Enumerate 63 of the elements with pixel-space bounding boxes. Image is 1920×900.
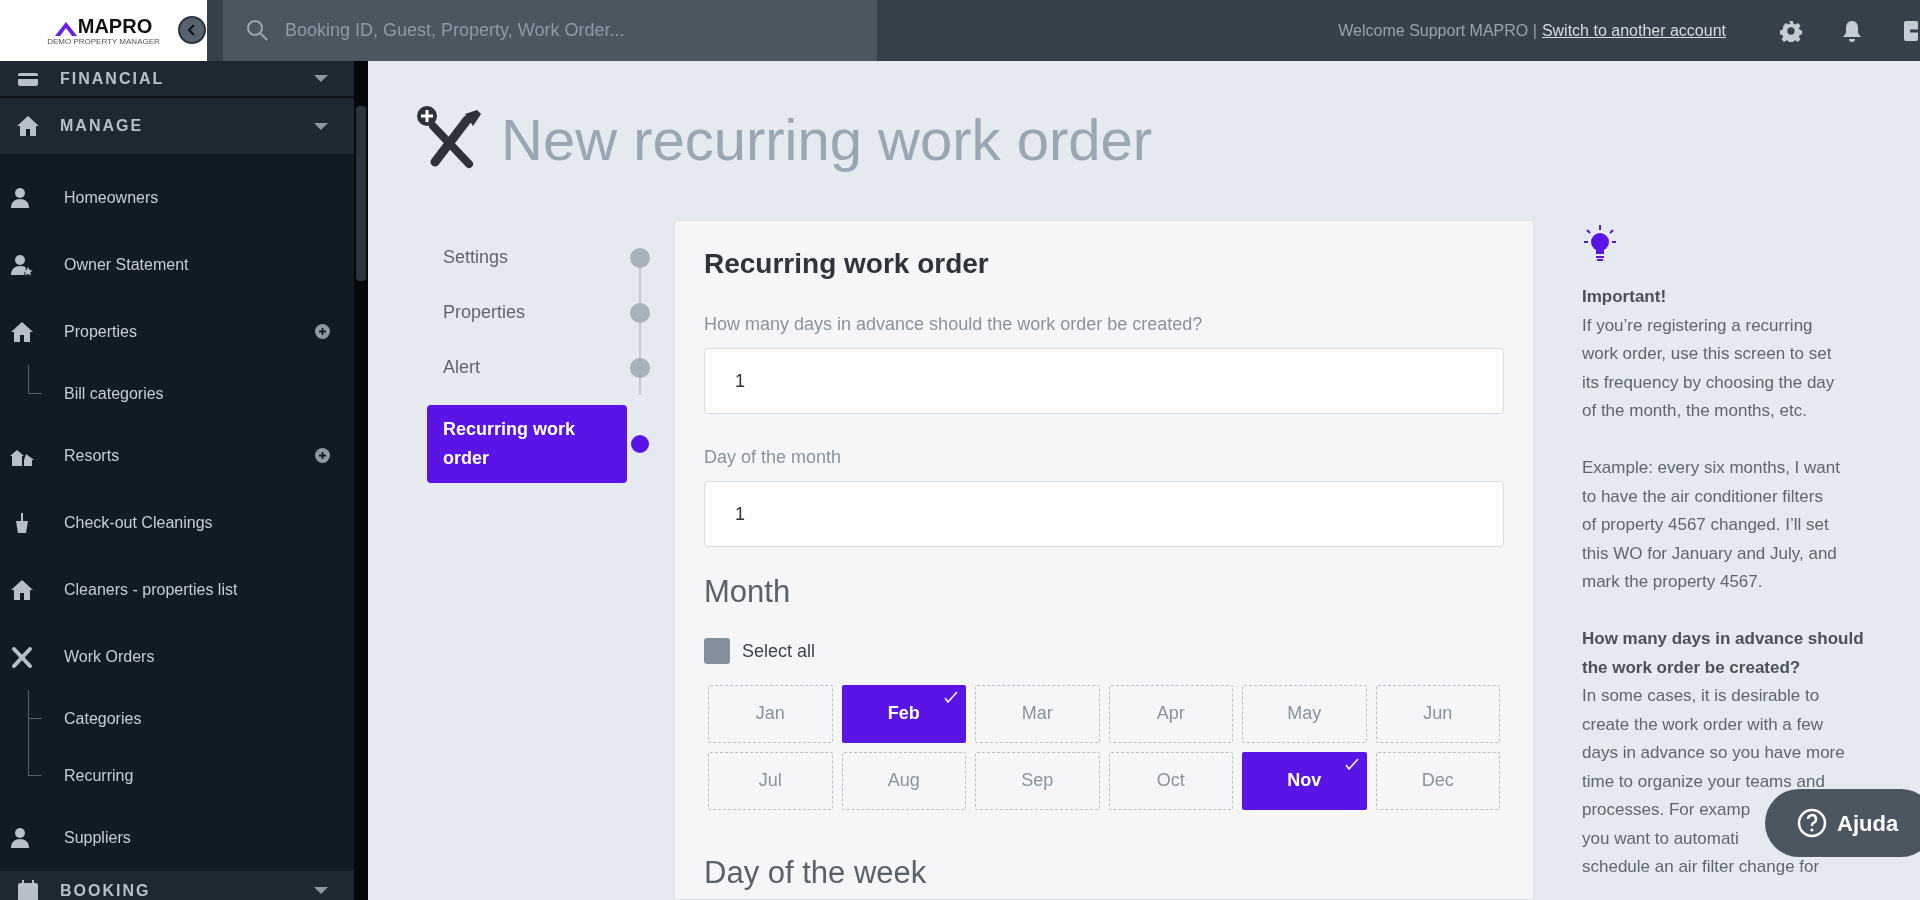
sidebar-subitem[interactable]: Categories [0, 690, 354, 747]
question-icon [1797, 808, 1827, 838]
help-text-line: schedule an air filter change for [1582, 856, 1820, 878]
tools-icon [10, 644, 34, 669]
house-icon [10, 319, 34, 344]
sidebar-section[interactable]: MANAGE [0, 97, 354, 154]
sidebar-item[interactable]: Owner Statement [0, 231, 354, 298]
help-text: If you’re registering a recurring work order, use this screen to set its frequency by choosing the day of the month, the months, etc. [1582, 314, 1836, 422]
input-field[interactable]: 1 [704, 348, 1504, 414]
logo-name: MAPRO [77, 15, 153, 36]
logout-icon[interactable] [1904, 19, 1920, 42]
add-icon[interactable] [315, 448, 330, 463]
search-icon [245, 18, 269, 42]
house-icon [16, 114, 40, 138]
caret-icon [314, 75, 328, 82]
scrollbar-thumb[interactable] [356, 106, 366, 281]
calendar-icon [16, 878, 40, 900]
welcome-text: Welcome Support MAPRO | [1338, 20, 1537, 41]
field-label: How many days in advance should the work order be created? [704, 313, 1204, 336]
help-button[interactable]: Ajuda [1765, 789, 1920, 857]
sidebar-section[interactable]: FINANCIAL [0, 61, 354, 97]
help-heading: Important! [1582, 286, 1668, 308]
sidebar-item[interactable]: Check-out Cleanings [0, 489, 354, 556]
step-tab[interactable]: Alert [443, 354, 480, 381]
step-tab[interactable]: Settings [443, 244, 509, 271]
sidebar-item[interactable]: Properties [0, 298, 354, 365]
sidebar-item[interactable]: Cleaners - properties list [0, 556, 354, 623]
month-toggle[interactable]: Feb [841, 684, 966, 743]
select-all-label: Select all [742, 639, 816, 663]
house-icon [10, 577, 34, 602]
help-text: Example: every six months, I want to have the air conditioner filters of property 4567 changed. I’ll set this WO for January and July, and mark the property 4567. [1582, 457, 1841, 593]
sidebar-item[interactable]: Homeowners [0, 164, 354, 231]
caret-icon [314, 887, 328, 894]
search-field[interactable]: Booking ID, Guest, Property, Work Order... [223, 0, 877, 61]
select-all-checkbox[interactable] [704, 638, 730, 664]
logo-subtitle: DEMO PROPERTY MANAGER [47, 37, 160, 46]
sidebar-item[interactable]: Work Orders [0, 623, 354, 690]
sidebar-subitem[interactable]: Bill categories [0, 365, 354, 422]
check-icon [1344, 757, 1359, 770]
settings-icon[interactable] [1780, 19, 1802, 42]
step-tab[interactable]: Properties [443, 299, 526, 326]
chevron-left-icon [187, 24, 197, 36]
input-field[interactable]: 1 [704, 481, 1504, 547]
section-heading: Day of the week [704, 853, 928, 892]
help-text-line: processes. For examp [1582, 799, 1751, 821]
bell-icon[interactable] [1842, 19, 1862, 42]
sidebar-item[interactable]: Resorts [0, 422, 354, 489]
add-icon[interactable] [315, 324, 330, 339]
field-label: Day of the month [704, 446, 843, 469]
month-toggle[interactable]: Nov [1242, 751, 1367, 810]
sidebar-subitem[interactable]: Recurring [0, 747, 354, 804]
lightbulb-icon [1582, 225, 1618, 263]
section-heading: Month [704, 573, 792, 611]
person-star-icon [10, 252, 34, 277]
sidebar-section[interactable]: BOOKING [0, 871, 354, 900]
sidebar-item[interactable]: Suppliers [0, 804, 354, 871]
step-tab[interactable]: Recurring work order [427, 405, 627, 483]
check-icon [944, 690, 958, 703]
form-title: Recurring work order [704, 247, 990, 281]
switch-account-link[interactable]: Switch to another account [1541, 18, 1726, 43]
caret-icon [314, 122, 328, 130]
help-heading: How many days in advance should the work order be created? [1582, 628, 1865, 679]
help-text-line: you want to automati [1582, 827, 1739, 850]
